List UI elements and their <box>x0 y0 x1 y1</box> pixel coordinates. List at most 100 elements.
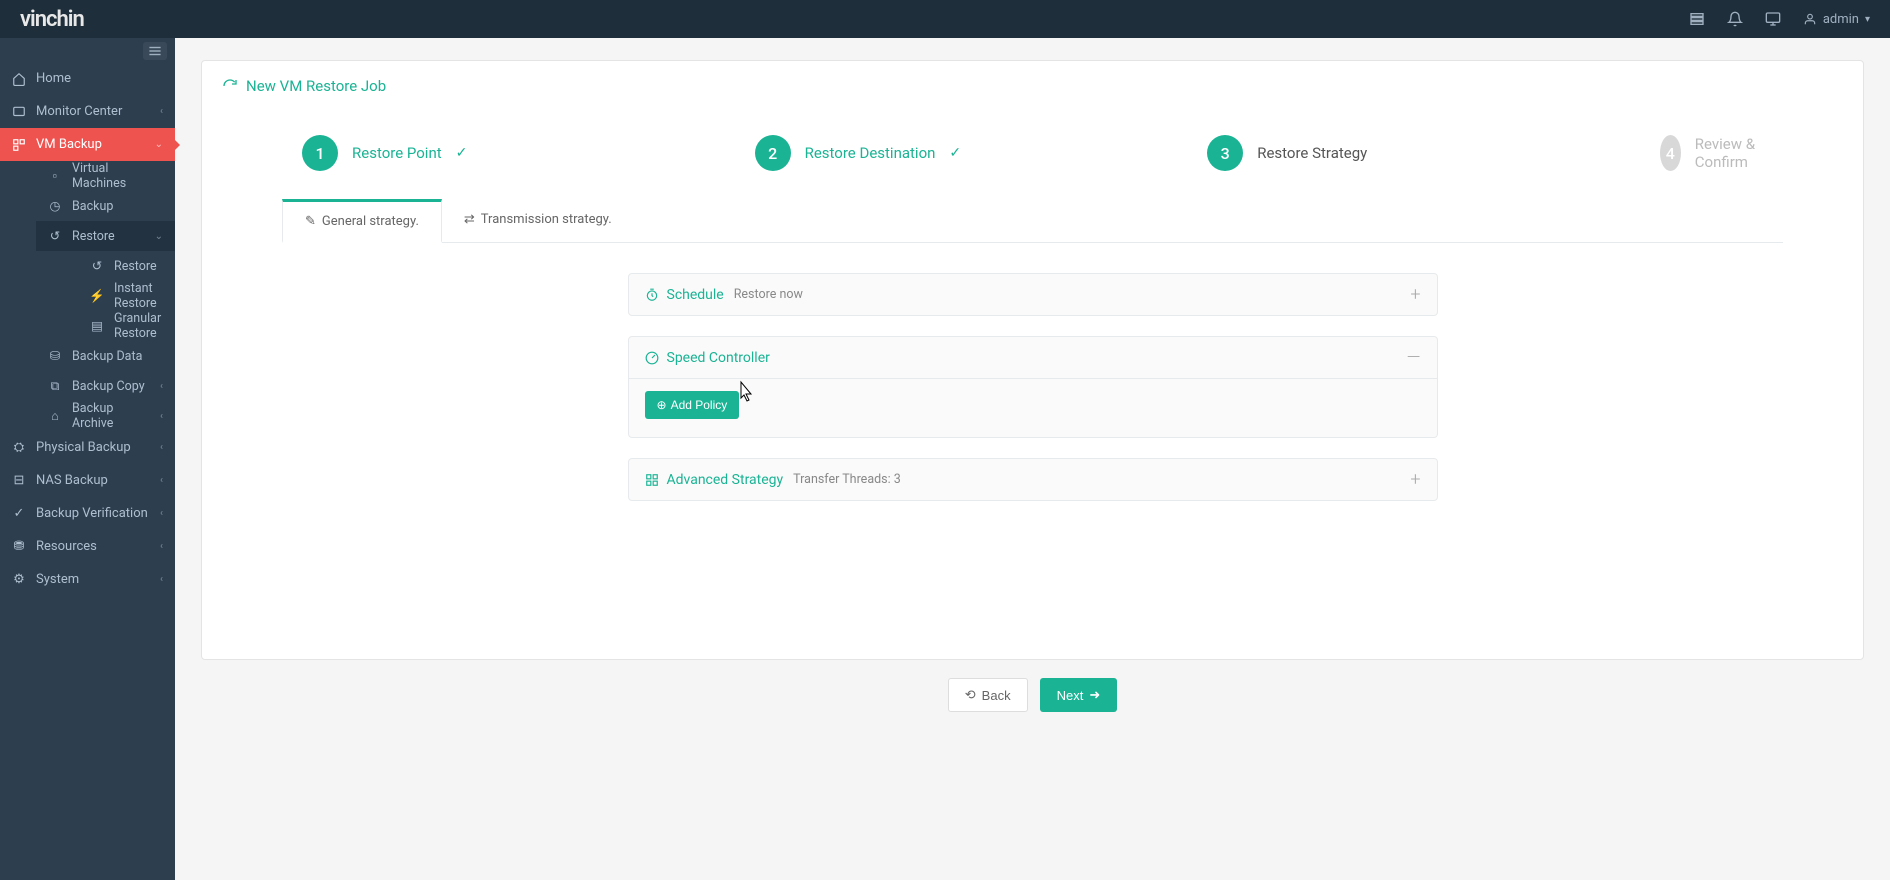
grid-icon <box>645 473 659 487</box>
server-icon: ▫ <box>48 169 62 183</box>
list-icon[interactable] <box>1689 11 1705 27</box>
chevron-down-icon: ‹ <box>160 411 163 422</box>
gauge-icon <box>645 351 659 365</box>
sidebar-item-home[interactable]: Home <box>0 62 175 95</box>
bell-icon[interactable] <box>1727 11 1743 27</box>
chevron-down-icon: ‹ <box>160 106 163 117</box>
wizard-footer: ⟲ Back Next ➜ <box>201 660 1864 726</box>
check-icon: ✓ <box>949 145 961 161</box>
sidebar-item-label: Monitor Center <box>36 104 122 119</box>
sidebar-item-backup-archive[interactable]: ⌂ Backup Archive ‹ <box>36 401 175 431</box>
panel-schedule-header[interactable]: Schedule Restore now + <box>629 274 1437 315</box>
sidebar-item-resources[interactable]: ⛃ Resources ‹ <box>0 530 175 563</box>
step-review-confirm[interactable]: 4 Review & Confirm <box>1660 135 1763 171</box>
button-label: Add Policy <box>671 398 728 412</box>
tab-label: General strategy. <box>322 214 419 229</box>
sidebar-item-monitor[interactable]: Monitor Center ‹ <box>0 95 175 128</box>
chevron-down-icon: ▾ <box>1865 14 1870 25</box>
sidebar-item-label: Instant Restore <box>114 281 163 311</box>
vm-icon <box>12 138 26 152</box>
sidebar-item-label: System <box>36 572 79 587</box>
check-icon: ✓ <box>456 145 468 161</box>
panel-speed-controller: Speed Controller — ⊕ Add Policy <box>628 336 1438 438</box>
chevron-down-icon: ‹ <box>160 541 163 552</box>
page-title-bar: New VM Restore Job <box>202 61 1863 111</box>
sidebar-item-label: Backup Data <box>72 349 142 364</box>
monitor-icon <box>12 105 26 119</box>
sidebar-item-label: Physical Backup <box>36 440 131 455</box>
nas-icon: ⊟ <box>12 474 26 488</box>
tab-general-strategy[interactable]: ✎ General strategy. <box>282 199 442 243</box>
home-icon <box>12 72 26 86</box>
panel-title-text: Schedule <box>667 287 724 303</box>
tab-transmission-strategy[interactable]: ⇄ Transmission strategy. <box>442 199 634 242</box>
page-title-text: New VM Restore Job <box>246 77 386 95</box>
sidebar-item-restore[interactable]: ↺ Restore ⌄ <box>36 221 175 251</box>
step-restore-point[interactable]: 1 Restore Point ✓ <box>302 135 755 171</box>
chevron-down-icon: ‹ <box>160 475 163 486</box>
sidebar-item-nas[interactable]: ⊟ NAS Backup ‹ <box>0 464 175 497</box>
restore-icon: ↺ <box>90 259 104 273</box>
expand-icon: + <box>1410 469 1420 490</box>
step-number: 2 <box>755 135 791 171</box>
sidebar-toggle-button[interactable] <box>143 42 167 60</box>
sidebar-item-label: VM Backup <box>36 137 102 152</box>
topbar-actions: admin ▾ <box>1689 11 1870 27</box>
add-policy-button[interactable]: ⊕ Add Policy <box>645 391 740 419</box>
step-restore-destination[interactable]: 2 Restore Destination ✓ <box>755 135 1208 171</box>
tab-label: Transmission strategy. <box>481 212 612 227</box>
backup-icon: ◷ <box>48 199 62 213</box>
step-label: Restore Strategy <box>1257 144 1367 162</box>
step-restore-strategy[interactable]: 3 Restore Strategy <box>1207 135 1660 171</box>
sidebar-item-backup-copy[interactable]: ⧉ Backup Copy ‹ <box>36 371 175 401</box>
back-button[interactable]: ⟲ Back <box>948 678 1028 712</box>
sidebar-item-label: Home <box>36 71 71 86</box>
panel-schedule: Schedule Restore now + <box>628 273 1438 316</box>
panel-advanced-header[interactable]: Advanced Strategy Transfer Threads: 3 + <box>629 459 1437 500</box>
sidebar-item-verification[interactable]: ✓ Backup Verification ‹ <box>0 497 175 530</box>
sidebar-item-backup-data[interactable]: ⛁ Backup Data <box>36 341 175 371</box>
step-number: 4 <box>1660 135 1681 171</box>
button-label: Back <box>982 688 1011 703</box>
sidebar-item-label: Backup <box>72 199 113 214</box>
collapse-icon: — <box>1407 347 1421 368</box>
chevron-down-icon: ‹ <box>160 442 163 453</box>
panel-advanced-strategy: Advanced Strategy Transfer Threads: 3 + <box>628 458 1438 501</box>
topbar: vinchin admin ▾ <box>0 0 1890 38</box>
sidebar-item-virtual-machines[interactable]: ▫ Virtual Machines <box>36 161 175 191</box>
sidebar-item-label: Resources <box>36 539 97 554</box>
resources-icon: ⛃ <box>12 540 26 554</box>
sidebar-item-vmbackup[interactable]: VM Backup ⌄ <box>0 128 175 161</box>
step-label: Restore Destination <box>805 144 936 162</box>
button-label: Next <box>1057 688 1084 703</box>
copy-icon: ⧉ <box>48 379 62 393</box>
user-menu[interactable]: admin ▾ <box>1803 12 1870 27</box>
verify-icon: ✓ <box>12 507 26 521</box>
sidebar-item-label: Restore <box>72 229 115 244</box>
sidebar-item-physical[interactable]: ⛭ Physical Backup ‹ <box>0 431 175 464</box>
main-content: New VM Restore Job 1 Restore Point ✓ 2 R… <box>175 38 1890 880</box>
panel-speed-body: ⊕ Add Policy <box>629 378 1437 437</box>
sidebar-item-label: NAS Backup <box>36 473 108 488</box>
transfer-icon: ⇄ <box>464 212 475 227</box>
refresh-icon <box>222 78 238 94</box>
physical-icon: ⛭ <box>12 441 26 455</box>
sidebar-item-restore-sub[interactable]: ↺ Restore <box>78 251 175 281</box>
step-label: Review & Confirm <box>1695 135 1763 171</box>
step-label: Restore Point <box>352 144 442 162</box>
sidebar-item-granular-restore[interactable]: ▤ Granular Restore <box>78 311 175 341</box>
sidebar-item-backup[interactable]: ◷ Backup <box>36 191 175 221</box>
sidebar-item-system[interactable]: ⚙ System ‹ <box>0 563 175 596</box>
next-button[interactable]: Next ➜ <box>1040 678 1118 712</box>
chevron-down-icon: ‹ <box>160 381 163 392</box>
brand-logo: vinchin <box>20 7 84 32</box>
granular-icon: ▤ <box>90 319 104 333</box>
sidebar-item-label: Backup Copy <box>72 379 145 394</box>
step-number: 1 <box>302 135 338 171</box>
sidebar-item-instant-restore[interactable]: ⚡ Instant Restore <box>78 281 175 311</box>
data-icon: ⛁ <box>48 349 62 363</box>
user-name: admin <box>1823 12 1859 27</box>
sidebar-item-label: Restore <box>114 259 157 274</box>
panel-speed-header[interactable]: Speed Controller — <box>629 337 1437 378</box>
monitor-icon[interactable] <box>1765 11 1781 27</box>
